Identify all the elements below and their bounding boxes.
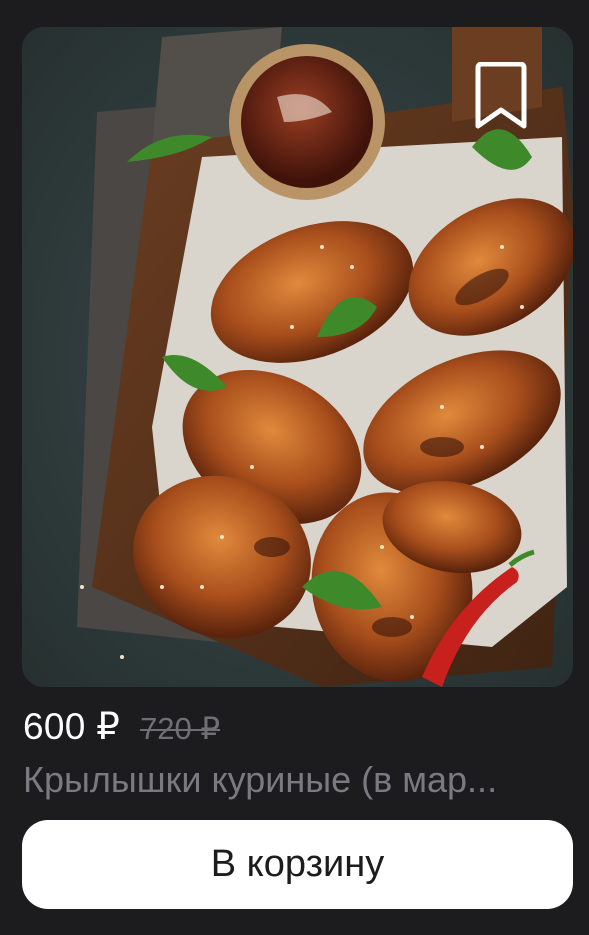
bookmark-icon[interactable] [470,62,532,132]
price-row: 600 ₽ 720 ₽ [23,705,220,755]
old-price: 720 ₽ [140,711,221,746]
product-name[interactable]: Крылышки куриные (в мар... [23,759,568,801]
current-price: 600 ₽ [23,706,121,747]
add-to-cart-button[interactable]: В корзину [22,820,573,909]
